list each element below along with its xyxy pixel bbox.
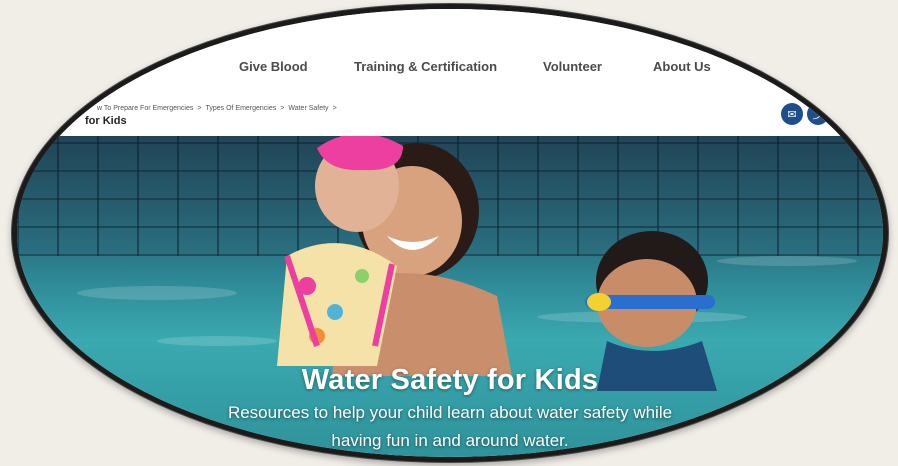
breadcrumb-separator: > <box>280 105 285 112</box>
breadcrumb-link-types-of-emergencies[interactable]: Types Of Emergencies <box>205 105 276 112</box>
mother-and-daughter-photo <box>277 136 512 376</box>
water-ripple <box>717 256 857 266</box>
hero-description-line-1: Resources to help your child learn about… <box>227 403 673 422</box>
breadcrumb-link-prepare[interactable]: w To Prepare For Emergencies <box>97 105 193 112</box>
top-navigation-bar: Give Blood Training & Certification Volu… <box>17 9 883 98</box>
breadcrumb-bar <box>17 97 883 137</box>
hero-text-block: Water Safety for Kids Resources to help … <box>17 364 883 453</box>
hero-description-line-2: having fun in and around water. <box>331 431 569 450</box>
breadcrumb-link-water-safety[interactable]: Water Safety <box>288 105 328 112</box>
share-icon: ⤴ <box>812 109 824 121</box>
nav-volunteer[interactable]: Volunteer <box>543 59 602 74</box>
page-subtitle: for Kids <box>85 115 127 127</box>
nav-about-us[interactable]: About Us <box>653 59 711 74</box>
nav-give-blood[interactable]: Give Blood <box>239 59 308 74</box>
email-icon: ✉ <box>787 108 797 121</box>
share-button[interactable]: ⤴ <box>807 103 829 125</box>
breadcrumb: w To Prepare For Emergencies > Types Of Em… <box>97 105 341 112</box>
hero-title: Water Safety for Kids <box>301 364 599 396</box>
hero-banner: Water Safety for Kids Resources to help … <box>17 136 883 457</box>
breadcrumb-separator: > <box>197 105 202 112</box>
nav-training-certification[interactable]: Training & Certification <box>354 59 497 74</box>
email-share-button[interactable]: ✉ <box>781 103 803 125</box>
screenshot-lens-frame: Give Blood Training & Certification Volu… <box>12 4 888 462</box>
breadcrumb-separator: > <box>332 105 337 112</box>
